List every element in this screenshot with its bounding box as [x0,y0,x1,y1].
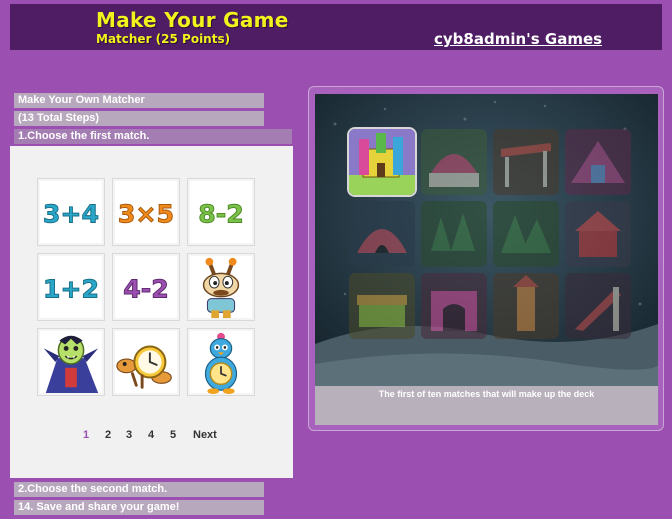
steps-total: (13 Total Steps) [14,111,264,126]
card-igloo[interactable] [349,201,415,267]
page-subtitle: Matcher (25 Points) [96,32,231,46]
card-pink-gate[interactable] [421,273,487,339]
gate-icon [421,273,487,339]
next-page-link[interactable]: Next [193,429,217,441]
step-1-label[interactable]: 1.Choose the first match. [14,129,292,144]
card-castle[interactable] [349,129,415,195]
card-forest-1[interactable] [421,201,487,267]
page-link-2[interactable]: 2 [105,429,111,441]
dome-house-icon [421,129,487,195]
tower-icon [493,273,559,339]
vampire-character-icon [43,335,99,394]
forest-icon [493,201,559,267]
card-market-stall[interactable] [349,273,415,339]
caption-bar: The first of ten matches that will make … [315,386,658,425]
card-dome-house[interactable] [421,129,487,195]
clock-dog-icon [116,345,172,389]
tile-text: 4-2 [123,275,169,304]
tent-icon [565,129,631,195]
tile-4-minus-2[interactable]: 4-2 [112,253,180,321]
tile-penguin-clock[interactable] [187,328,255,396]
market-stall-icon [349,273,415,339]
page-link-3[interactable]: 3 [126,429,132,441]
step-14-label[interactable]: 14. Save and share your game! [14,500,264,515]
tile-8-minus-2[interactable]: 8-2 [187,178,255,246]
owner-games-link[interactable]: cyb8admin's Games [434,30,602,48]
tile-vampire[interactable] [37,328,105,396]
tile-1-plus-2[interactable]: 1+2 [37,253,105,321]
tile-clock-dog[interactable] [112,328,180,396]
tile-3-plus-4[interactable]: 3+4 [37,178,105,246]
pagination: 1 2 3 4 5 Next [10,429,293,445]
match-picker: 3+4 3×5 8-2 1+2 4-2 1 2 3 4 5 Next [10,146,293,478]
tile-cartoon-dog[interactable] [187,253,255,321]
forest-icon [421,201,487,267]
card-forest-2[interactable] [493,201,559,267]
game-preview-panel: The first of ten matches that will make … [308,86,664,431]
tile-text: 1+2 [43,275,99,304]
steps-heading: Make Your Own Matcher [14,93,264,108]
castle-icon [349,129,415,195]
card-canopy[interactable] [493,129,559,195]
tile-text: 3+4 [43,200,99,229]
page-link-5[interactable]: 5 [170,429,176,441]
step-2-label[interactable]: 2.Choose the second match. [14,482,264,497]
page-title: Make Your Game [96,8,289,32]
card-tower[interactable] [493,273,559,339]
preview-caption: The first of ten matches that will make … [378,389,595,399]
tile-3-times-5[interactable]: 3×5 [112,178,180,246]
card-tent[interactable] [565,129,631,195]
header-bar: Make Your Game Matcher (25 Points) cyb8a… [10,4,662,50]
card-slide[interactable] [565,273,631,339]
slide-icon [565,273,631,339]
page-link-1[interactable]: 1 [83,429,89,441]
game-preview-screen [315,94,658,386]
tile-text: 3×5 [118,200,174,229]
red-house-icon [565,201,631,267]
card-red-house[interactable] [565,201,631,267]
igloo-icon [349,201,415,267]
page-link-4[interactable]: 4 [148,429,154,441]
cartoon-dog-icon [202,257,240,319]
canopy-icon [493,129,559,195]
penguin-clock-icon [204,332,238,395]
tile-text: 8-2 [198,200,244,229]
